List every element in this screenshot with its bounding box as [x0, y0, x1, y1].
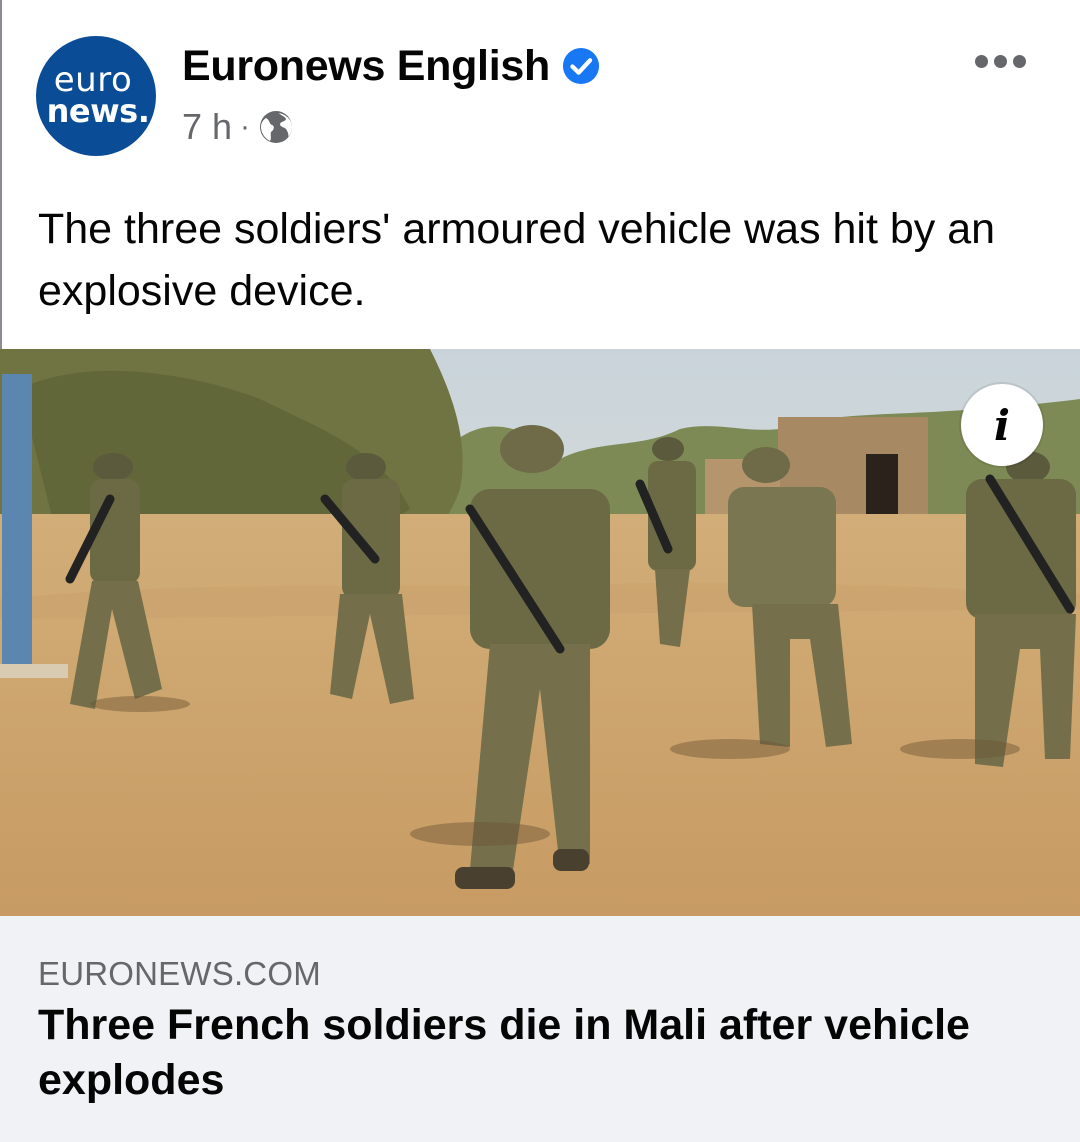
- page-avatar[interactable]: euro news.: [36, 36, 156, 156]
- article-image[interactable]: [0, 349, 1080, 916]
- soldiers-photo-illustration: [0, 349, 1080, 916]
- post-header: euro news. Euronews English 7 h ·: [0, 0, 1080, 180]
- more-options-icon: [974, 54, 988, 68]
- info-icon: i: [994, 400, 1010, 450]
- more-options-dot: [993, 54, 1007, 68]
- post-meta: 7 h ·: [182, 104, 294, 150]
- post-text: The three soldiers' armoured vehicle was…: [38, 205, 996, 315]
- meta-separator: ·: [240, 110, 251, 143]
- page-name-row: Euronews English: [182, 38, 600, 94]
- avatar-logo-line2: news.: [46, 92, 150, 130]
- avatar-logo-line1: euro: [53, 60, 133, 100]
- more-options-button[interactable]: [960, 36, 1040, 86]
- more-options-dot: [1012, 54, 1026, 68]
- page-name[interactable]: Euronews English: [182, 42, 550, 91]
- link-domain: EURONEWS.COM: [38, 955, 321, 992]
- info-button[interactable]: i: [961, 384, 1043, 466]
- post-timestamp[interactable]: 7 h: [182, 106, 232, 148]
- verified-badge-icon: [562, 47, 599, 85]
- link-title[interactable]: Three French soldiers die in Mali after …: [38, 998, 1048, 1108]
- globe-icon[interactable]: [258, 109, 294, 145]
